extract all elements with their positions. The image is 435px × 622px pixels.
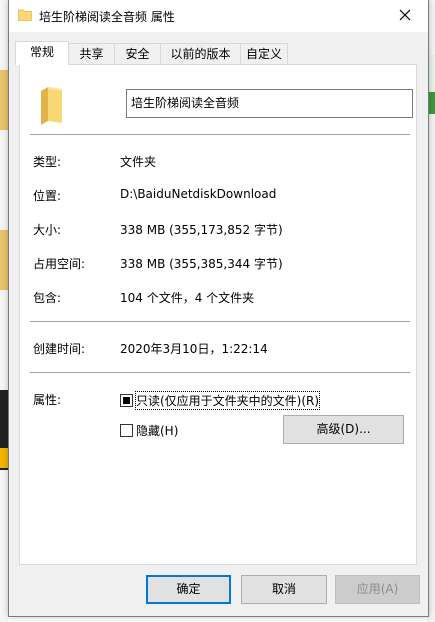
- title-bar: 培生阶梯阅读全音频 属性: [9, 0, 428, 32]
- readonly-checkbox[interactable]: [120, 394, 133, 407]
- folder-large-icon: [40, 85, 64, 128]
- properties-dialog: 培生阶梯阅读全音频 属性 常规 共享 安全 以前的版本 自定义 培生阶梯阅读全音…: [8, 0, 429, 617]
- tab-customize[interactable]: 自定义: [240, 43, 288, 64]
- ok-button[interactable]: 确定: [146, 575, 231, 604]
- advanced-button[interactable]: 高级(D)...: [283, 415, 404, 444]
- close-button[interactable]: [382, 0, 428, 32]
- hidden-checkbox[interactable]: [120, 424, 133, 437]
- size-on-disk-value: 338 MB (355,385,344 字节): [120, 257, 283, 271]
- readonly-label[interactable]: 只读(仅应用于文件夹中的文件)(R): [134, 391, 321, 410]
- created-label: 创建时间:: [33, 342, 86, 356]
- window-title: 培生阶梯阅读全音频 属性: [39, 10, 175, 24]
- cancel-button[interactable]: 取消: [241, 575, 327, 604]
- location-value: D:\BaiduNetdiskDownload: [120, 187, 277, 201]
- created-value: 2020年3月10日，1:22:14: [120, 342, 268, 356]
- size-label: 大小:: [33, 223, 62, 237]
- hidden-label[interactable]: 隐藏(H): [136, 422, 178, 439]
- separator: [30, 372, 410, 373]
- attributes-label: 属性:: [33, 393, 62, 407]
- location-label: 位置:: [33, 189, 62, 203]
- size-value: 338 MB (355,173,852 字节): [120, 223, 283, 237]
- tab-sharing[interactable]: 共享: [68, 43, 115, 64]
- general-panel: 培生阶梯阅读全音频 类型: 文件夹 位置: D:\BaiduNetdiskDow…: [19, 64, 417, 565]
- type-label: 类型:: [33, 155, 62, 169]
- tab-security[interactable]: 安全: [114, 43, 161, 64]
- indeterminate-mark: [123, 397, 130, 404]
- contains-value: 104 个文件，4 个文件夹: [120, 291, 255, 305]
- size-on-disk-label: 占用空间:: [33, 257, 86, 271]
- separator: [30, 321, 410, 322]
- folder-icon: [17, 9, 33, 24]
- folder-name-input[interactable]: 培生阶梯阅读全音频: [126, 89, 413, 118]
- type-value: 文件夹: [120, 155, 157, 169]
- close-icon: [399, 9, 411, 24]
- background-window-left: [0, 0, 8, 622]
- tab-previous-versions[interactable]: 以前的版本: [160, 43, 241, 64]
- apply-button[interactable]: 应用(A): [335, 575, 420, 604]
- tab-general[interactable]: 常规: [15, 41, 69, 65]
- separator: [30, 134, 410, 135]
- contains-label: 包含:: [33, 291, 62, 305]
